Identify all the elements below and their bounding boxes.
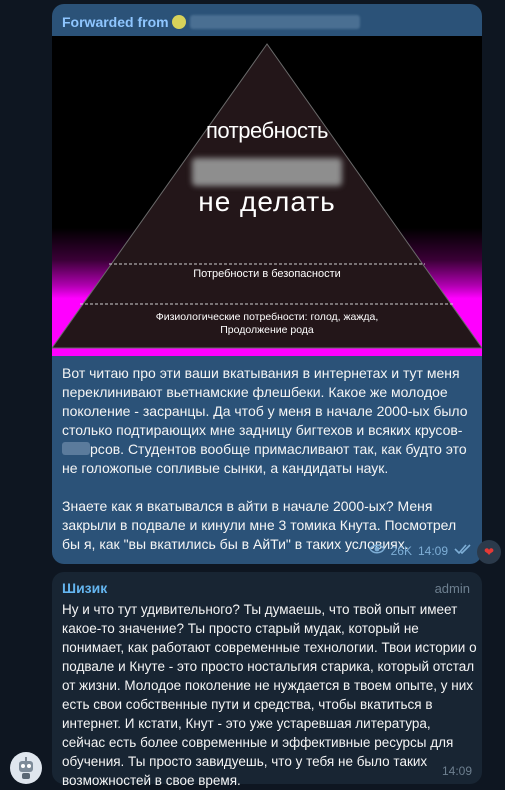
post-meta: 26K 14:09 [368,543,472,558]
forwarded-label: Forwarded from [62,14,169,30]
eye-icon [368,543,385,558]
meme-image[interactable]: потребность не делать Потребности в безо… [52,36,482,356]
reply-time: 14:09 [441,764,472,778]
post-text: Вот читаю про эти ваши вкатывания в инте… [62,364,476,554]
meme-need-label: потребность [206,118,329,143]
robot-icon [19,757,33,779]
post-paragraph-1a: Вот читаю про эти ваши вкатывания в инте… [62,365,468,438]
reply-message[interactable]: Шизик admin Ну и что тут удивительного? … [52,572,482,788]
meme-donot-label: не делать [198,186,336,217]
spoiler-redaction[interactable] [62,442,90,455]
forwarded-header[interactable]: Forwarded from [62,14,361,30]
meme-redacted-word [192,158,342,186]
author-name[interactable]: Шизик [62,580,107,596]
double-check-icon [454,543,472,558]
reaction-emoji: ❤ [483,545,495,559]
robot-avatar[interactable] [10,752,42,784]
author-role-badge: admin [434,581,470,596]
channel-name-redacted [190,15,361,29]
post-paragraph-1b: рсов. Студентов вообще примасливают так,… [62,441,467,476]
reply-text: Ну и что тут удивительного? Ты думаешь, … [62,602,477,788]
meme-physiological-label: Физиологические потребности: голод, жажд… [155,311,379,336]
view-count: 26K [390,543,412,558]
channel-avatar-icon [172,15,187,29]
meme-safety-label: Потребности в безопасности [193,268,341,280]
post-time: 14:09 [417,543,448,558]
heart-icon[interactable]: ❤ [477,540,501,564]
forwarded-message[interactable]: Forwarded from потребность не делать Пот… [52,4,482,564]
